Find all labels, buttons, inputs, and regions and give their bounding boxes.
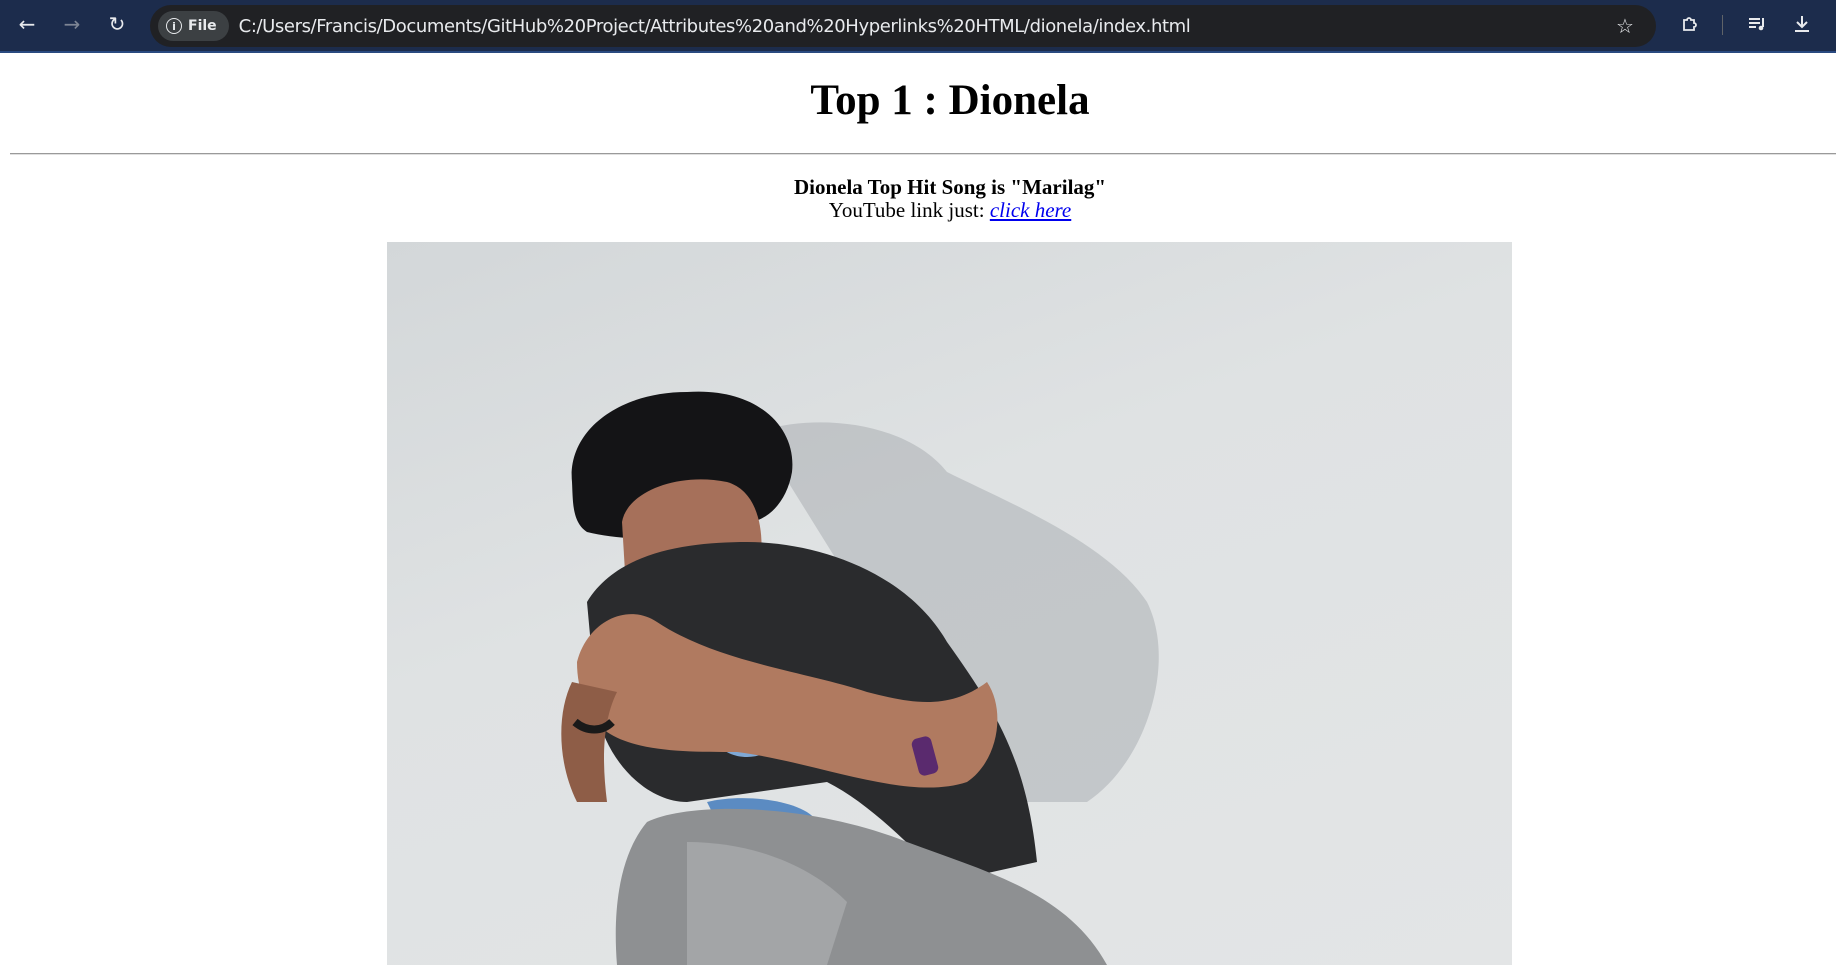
site-info-chip[interactable]: i File [158, 11, 229, 41]
reload-icon: ↻ [108, 12, 126, 36]
back-button[interactable]: ← [10, 9, 44, 39]
star-icon: ☆ [1616, 14, 1634, 38]
download-icon [1795, 16, 1809, 32]
artist-photo [387, 242, 1512, 965]
browser-toolbar: ← → ↻ i File C:/Users/Francis/Documents/… [0, 0, 1836, 53]
playlist-icon [1749, 18, 1764, 31]
horizontal-rule [10, 153, 1836, 155]
site-chip-label: File [188, 18, 217, 34]
downloads-button[interactable] [1785, 9, 1819, 39]
bookmark-button[interactable]: ☆ [1610, 11, 1640, 41]
youtube-line: YouTube link just: click here [0, 198, 1836, 223]
extensions-button[interactable] [1673, 9, 1707, 39]
info-icon: i [166, 18, 182, 34]
artist-photo-illustration [561, 391, 1159, 965]
reload-button[interactable]: ↻ [100, 9, 134, 39]
youtube-link[interactable]: click here [990, 198, 1071, 222]
youtube-prefix: YouTube link just: [828, 198, 990, 222]
song-text: Dionela Top Hit Song is "Marilag" [793, 175, 1107, 199]
puzzle-icon [1683, 17, 1697, 31]
forward-button[interactable]: → [55, 9, 89, 39]
reading-list-button[interactable] [1740, 9, 1774, 39]
page-title: Top 1 : Dionela [810, 77, 1090, 124]
toolbar-separator [1722, 15, 1723, 35]
arrow-left-icon: ← [18, 12, 36, 36]
address-bar[interactable]: i File C:/Users/Francis/Documents/GitHub… [150, 5, 1656, 47]
url-text[interactable]: C:/Users/Francis/Documents/GitHub%20Proj… [239, 16, 1191, 37]
arrow-right-icon: → [63, 12, 81, 36]
